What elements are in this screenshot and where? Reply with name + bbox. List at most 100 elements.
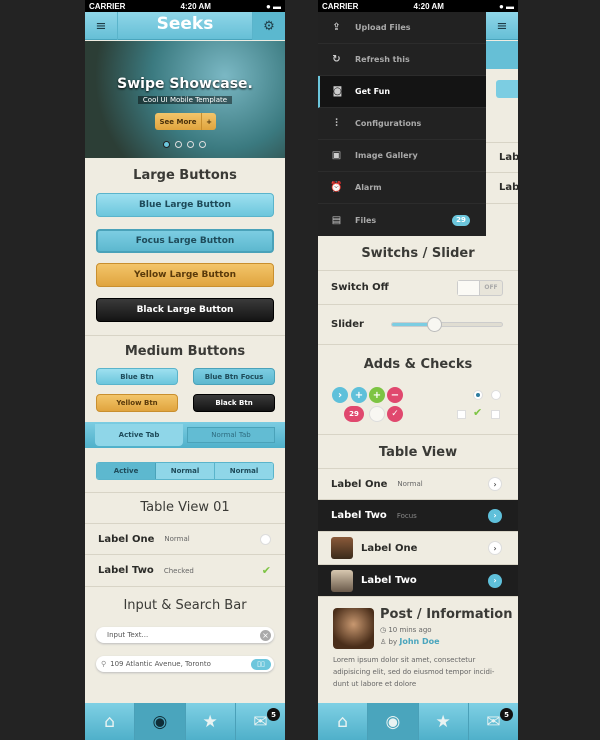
table-row[interactable]: Label Two Checked ✔: [85, 555, 285, 587]
app-title: Seeks: [156, 14, 214, 34]
upload-icon: ⇪: [332, 22, 341, 33]
search-input[interactable]: ⚲ 109 Atlantic Avenue, Toronto ▯▯: [96, 656, 274, 672]
button[interactable]: [496, 80, 518, 98]
toggle-switch[interactable]: OFF: [457, 279, 503, 296]
focus-large-button[interactable]: Focus Large Button: [96, 229, 274, 253]
settings-button[interactable]: ⚙: [252, 12, 285, 40]
menu-item-files[interactable]: ▤ Files 29: [318, 204, 486, 236]
black-large-button[interactable]: Black Large Button: [96, 298, 274, 322]
text-input[interactable]: Input Text... ×: [96, 627, 274, 643]
tab-active[interactable]: Active Tab: [95, 424, 183, 446]
checkbox-unchecked[interactable]: [260, 533, 271, 545]
table-row[interactable]: Labe: [486, 142, 518, 173]
slider-row: Slider: [318, 305, 518, 345]
badge: 29: [452, 214, 470, 226]
author-link[interactable]: John Doe: [399, 637, 439, 646]
table-row[interactable]: Label One Normal ›: [318, 468, 518, 500]
page-dot[interactable]: [163, 141, 170, 148]
status-bar: CARRIER 4:20 AM ● ▬: [85, 0, 285, 12]
right-phone: ≡ Labe Labe CARRIER4:20 AM● ▬ ⇪Upload Fi…: [318, 0, 518, 740]
header: ≡: [486, 12, 518, 40]
page-dot[interactable]: [199, 141, 206, 148]
table-row-focus[interactable]: Label Two ›: [318, 565, 518, 597]
menu-button[interactable]: ≡: [85, 12, 118, 40]
checkbox-checked[interactable]: ✔: [473, 406, 482, 419]
blue-button[interactable]: Blue Btn: [96, 368, 178, 385]
segment-normal[interactable]: Normal: [215, 463, 273, 479]
divider: [85, 335, 285, 336]
hero-carousel[interactable]: Swipe Showcase. Cool UI Mobile Template …: [85, 41, 285, 158]
user-icon: ♙: [380, 638, 389, 646]
chevron-right-icon[interactable]: ›: [488, 477, 502, 491]
menu-item-configurations[interactable]: ⫶ Configurations: [318, 108, 486, 140]
menu-item-refresh[interactable]: ↻ Refresh this: [318, 44, 486, 76]
tab-favorites[interactable]: ★: [419, 703, 469, 740]
files-icon: ▤: [331, 214, 342, 226]
chevron-right-icon[interactable]: ›: [332, 387, 348, 403]
checkbox[interactable]: [457, 410, 466, 419]
add-icon[interactable]: +: [351, 387, 367, 403]
section-title: Large Buttons: [133, 168, 237, 183]
tab-messages[interactable]: ✉ 5: [236, 703, 285, 740]
avatar: [331, 537, 353, 559]
blue-focus-button[interactable]: Blue Btn Focus: [193, 368, 275, 385]
segment-normal[interactable]: Normal: [156, 463, 215, 479]
remove-icon[interactable]: −: [387, 387, 403, 403]
see-more-button[interactable]: See More +: [155, 113, 216, 130]
segment-active[interactable]: Active: [97, 463, 156, 479]
slider-handle[interactable]: [426, 317, 442, 332]
table-row[interactable]: Label One Normal: [85, 523, 285, 555]
radio-selected[interactable]: [473, 390, 483, 400]
checkmark-icon[interactable]: ✔: [262, 564, 271, 577]
tab-camera[interactable]: ◉: [368, 703, 419, 740]
status-bar: CARRIER 4:20 AM ● ▬: [318, 0, 518, 12]
page-dots: [163, 141, 206, 148]
check-empty[interactable]: [369, 406, 385, 422]
chevron-right-icon[interactable]: ›: [488, 508, 502, 523]
yellow-button[interactable]: Yellow Btn: [96, 394, 178, 412]
battery-icon: ● ▬: [498, 1, 514, 11]
menu-icon: ≡: [95, 18, 107, 34]
hero-subtitle: Cool UI Mobile Template: [138, 96, 232, 104]
left-phone: CARRIER 4:20 AM ● ▬ ≡ Seeks ⚙ Swipe Showca…: [85, 0, 285, 740]
blue-large-button[interactable]: Blue Large Button: [96, 193, 274, 217]
tab-bar-top: Active Tab Normal Tab: [85, 422, 285, 448]
battery-icon: ● ▬: [265, 1, 281, 11]
slider[interactable]: [391, 317, 503, 332]
bottom-tab-bar: ⌂ ◉ ★ ✉ 5: [318, 703, 518, 740]
chevron-right-icon[interactable]: ›: [488, 573, 502, 588]
table-row[interactable]: Label One ›: [318, 532, 518, 565]
table-row-focus[interactable]: Label Two Focus ›: [318, 500, 518, 532]
menu-item-get-fun[interactable]: ◙ Get Fun: [318, 76, 486, 108]
menu-item-upload[interactable]: ⇪ Upload Files: [318, 12, 486, 44]
section-title: Input & Search Bar: [123, 598, 247, 613]
page-dot[interactable]: [187, 141, 194, 148]
chevron-right-icon[interactable]: ›: [488, 541, 502, 555]
yellow-large-button[interactable]: Yellow Large Button: [96, 263, 274, 287]
checkbox[interactable]: [491, 410, 500, 419]
table-row[interactable]: Labe: [486, 173, 518, 204]
section-title: Adds & Checks: [363, 357, 473, 372]
check-icon[interactable]: ✓: [387, 406, 403, 422]
book-icon[interactable]: ▯▯: [251, 658, 271, 670]
radio[interactable]: [491, 390, 501, 400]
menu-item-image-gallery[interactable]: ▣ Image Gallery: [318, 140, 486, 172]
add-green-icon[interactable]: +: [369, 387, 385, 403]
mail-icon: ✉: [253, 711, 268, 732]
mail-icon: ✉: [486, 711, 501, 732]
tab-camera[interactable]: ◉: [135, 703, 186, 740]
clear-icon[interactable]: ×: [260, 629, 271, 641]
gamepad-icon: ◙: [332, 86, 343, 97]
tab-normal[interactable]: Normal Tab: [187, 427, 275, 443]
menu-button[interactable]: ≡: [486, 12, 518, 40]
tab-messages[interactable]: ✉ 5: [469, 703, 518, 740]
tab-favorites[interactable]: ★: [186, 703, 236, 740]
star-icon: ★: [435, 711, 451, 732]
black-button[interactable]: Black Btn: [193, 394, 275, 412]
header: ≡ Seeks ⚙: [85, 12, 285, 40]
star-icon: ★: [202, 711, 218, 732]
page-dot[interactable]: [175, 141, 182, 148]
menu-item-alarm[interactable]: ⏰ Alarm: [318, 172, 486, 204]
tab-home[interactable]: ⌂: [85, 703, 136, 740]
tab-home[interactable]: ⌂: [318, 703, 369, 740]
